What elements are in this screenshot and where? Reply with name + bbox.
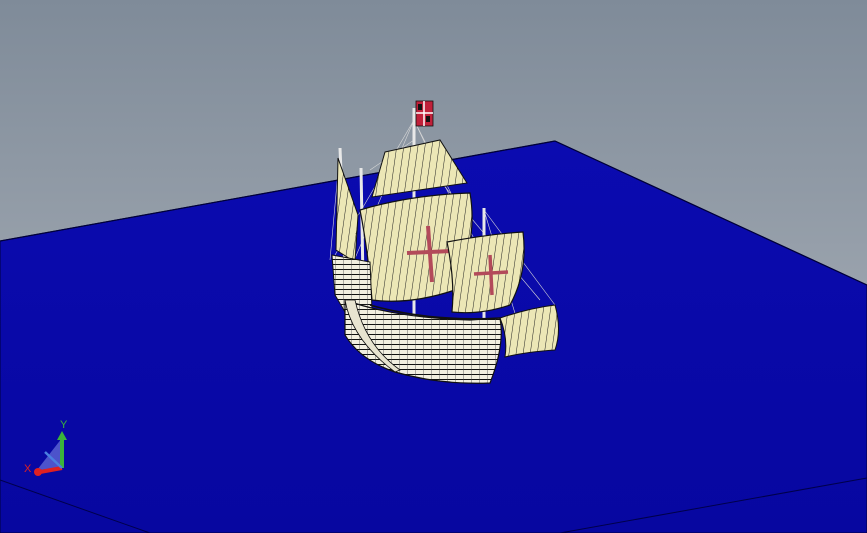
graphics-viewport[interactable]: Y X	[0, 0, 867, 533]
y-axis-label: Y	[60, 419, 68, 431]
x-axis-tip	[34, 468, 42, 476]
3d-scene[interactable]: Y X	[0, 0, 867, 533]
flag	[415, 100, 434, 127]
fore-sail	[446, 231, 525, 314]
x-axis-label: X	[24, 463, 32, 475]
